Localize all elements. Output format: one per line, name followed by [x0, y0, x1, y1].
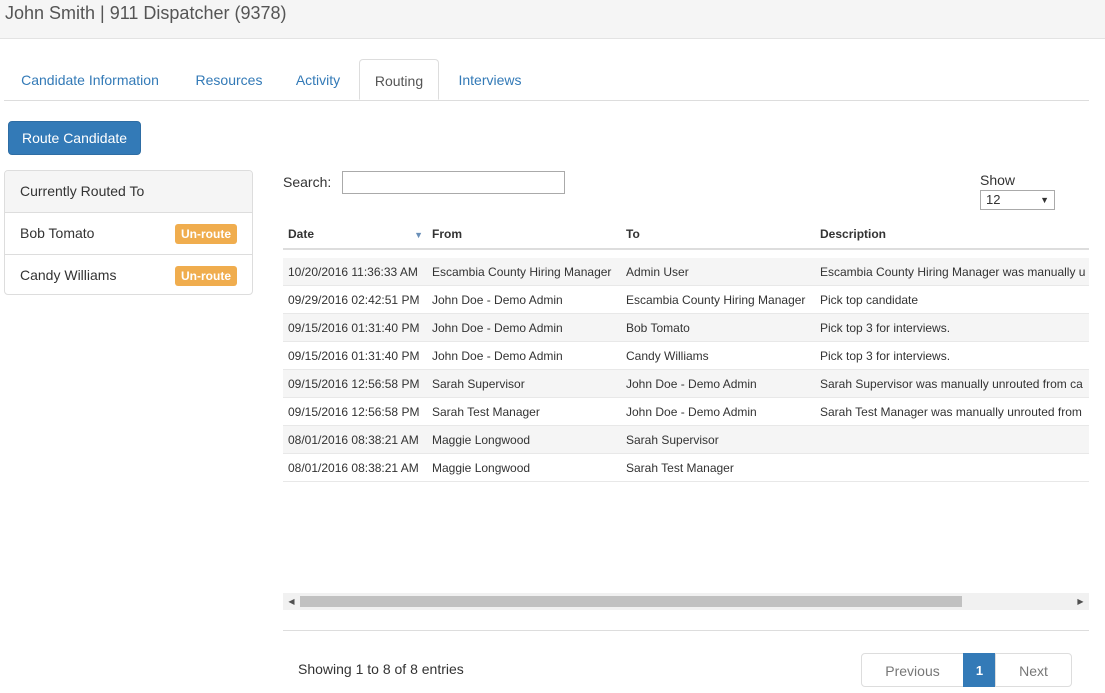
tab-resources[interactable]: Resources [180, 59, 278, 100]
tab-interviews[interactable]: Interviews [444, 59, 536, 100]
cell-to: Bob Tomato [621, 313, 815, 342]
page-header: John Smith | 911 Dispatcher (9378) [0, 0, 1105, 39]
tab-routing[interactable]: Routing [359, 59, 439, 100]
cell-to: Sarah Test Manager [621, 453, 815, 482]
cell-from: Maggie Longwood [427, 425, 621, 454]
search-label: Search: [283, 174, 332, 190]
cell-from: John Doe - Demo Admin [427, 341, 621, 370]
cell-date: 09/15/2016 12:56:58 PM [283, 397, 427, 426]
cell-from: John Doe - Demo Admin [427, 313, 621, 342]
cell-date: 08/01/2016 08:38:21 AM [283, 453, 427, 482]
tab-bar: Candidate Information Resources Activity… [4, 59, 1089, 101]
table-info: Showing 1 to 8 of 8 entries [298, 661, 464, 677]
cell-to: John Doe - Demo Admin [621, 397, 815, 426]
tab-activity[interactable]: Activity [282, 59, 354, 100]
column-header-description[interactable]: Description [815, 220, 1089, 250]
panel-heading: Currently Routed To [5, 171, 252, 213]
cell-from: Sarah Test Manager [427, 397, 621, 426]
column-header-label: Date [288, 227, 315, 241]
cell-description [815, 425, 1089, 454]
cell-from: Escambia County Hiring Manager [427, 258, 621, 286]
scrollbar-thumb[interactable] [300, 596, 962, 607]
cell-to: Admin User [621, 258, 815, 286]
table-row: 08/01/2016 08:38:21 AM Maggie Longwood Sar… [283, 453, 1089, 482]
cell-date: 08/01/2016 08:38:21 AM [283, 425, 427, 454]
cell-description: Escambia County Hiring Manager was manua… [815, 258, 1089, 286]
cell-from: John Doe - Demo Admin [427, 285, 621, 314]
table-row: 09/15/2016 01:31:40 PM John Doe - Demo Ad… [283, 313, 1089, 342]
routing-table: Date ▼ From To Description 10/20/2016 11:… [283, 220, 1089, 482]
cell-description: Sarah Supervisor was manually unrouted f… [815, 369, 1089, 398]
cell-date: 09/15/2016 01:31:40 PM [283, 341, 427, 370]
currently-routed-panel: Currently Routed To Bob Tomato Un-route … [4, 170, 253, 295]
cell-description: Pick top candidate [815, 285, 1089, 314]
unroute-button[interactable]: Un-route [175, 224, 237, 244]
table-row: 09/29/2016 02:42:51 PM John Doe - Demo Ad… [283, 285, 1089, 314]
routed-item-name: Bob Tomato [20, 225, 95, 241]
cell-date: 09/15/2016 01:31:40 PM [283, 313, 427, 342]
table-row: 10/20/2016 11:36:33 AM Escambia County Hi… [283, 258, 1089, 286]
page-size-select[interactable]: 12 ▼ [980, 190, 1055, 210]
cell-description: Pick top 3 for interviews. [815, 341, 1089, 370]
scroll-left-arrow-icon[interactable]: ◀ [283, 593, 300, 610]
column-header-to[interactable]: To [621, 220, 815, 250]
cell-description [815, 453, 1089, 482]
cell-from: Sarah Supervisor [427, 369, 621, 398]
routed-item: Candy Williams Un-route [5, 255, 252, 294]
unroute-button[interactable]: Un-route [175, 266, 237, 286]
table-row: 08/01/2016 08:38:21 AM Maggie Longwood Sar… [283, 425, 1089, 454]
page-title: John Smith | 911 Dispatcher (9378) [5, 3, 287, 23]
cell-to: Escambia County Hiring Manager [621, 285, 815, 314]
cell-date: 09/15/2016 12:56:58 PM [283, 369, 427, 398]
scroll-right-arrow-icon[interactable]: ▶ [1072, 593, 1089, 610]
table-row: 09/15/2016 01:31:40 PM John Doe - Demo Ad… [283, 341, 1089, 370]
show-label: Show [980, 172, 1016, 188]
divider [283, 630, 1089, 631]
table-row: 09/15/2016 12:56:58 PM Sarah Supervisor Jo… [283, 369, 1089, 398]
routed-item-name: Candy Williams [20, 267, 117, 283]
cell-from: Maggie Longwood [427, 453, 621, 482]
cell-to: Candy Williams [621, 341, 815, 370]
routed-item: Bob Tomato Un-route [5, 213, 252, 255]
cell-date: 10/20/2016 11:36:33 AM [283, 258, 427, 286]
dropdown-arrow-icon: ▼ [1040, 195, 1049, 205]
cell-to: John Doe - Demo Admin [621, 369, 815, 398]
column-header-from[interactable]: From [427, 220, 621, 250]
tab-candidate-information[interactable]: Candidate Information [4, 59, 176, 100]
routing-table-container: Date ▼ From To Description 10/20/2016 11:… [283, 220, 1089, 592]
search-input[interactable] [342, 171, 565, 194]
horizontal-scrollbar[interactable]: ◀ ▶ [283, 593, 1089, 610]
route-candidate-button[interactable]: Route Candidate [8, 121, 141, 155]
cell-description: Pick top 3 for interviews. [815, 313, 1089, 342]
page-1-button[interactable]: 1 [963, 653, 996, 687]
table-row: 09/15/2016 12:56:58 PM Sarah Test Manager… [283, 397, 1089, 426]
cell-description: Sarah Test Manager was manually unrouted… [815, 397, 1089, 426]
previous-page-button[interactable]: Previous [861, 653, 964, 687]
cell-to: Sarah Supervisor [621, 425, 815, 454]
column-header-date[interactable]: Date ▼ [283, 220, 427, 250]
page-size-value: 12 [986, 192, 1001, 207]
cell-date: 09/29/2016 02:42:51 PM [283, 285, 427, 314]
sort-desc-icon: ▼ [414, 230, 423, 240]
next-page-button[interactable]: Next [995, 653, 1072, 687]
